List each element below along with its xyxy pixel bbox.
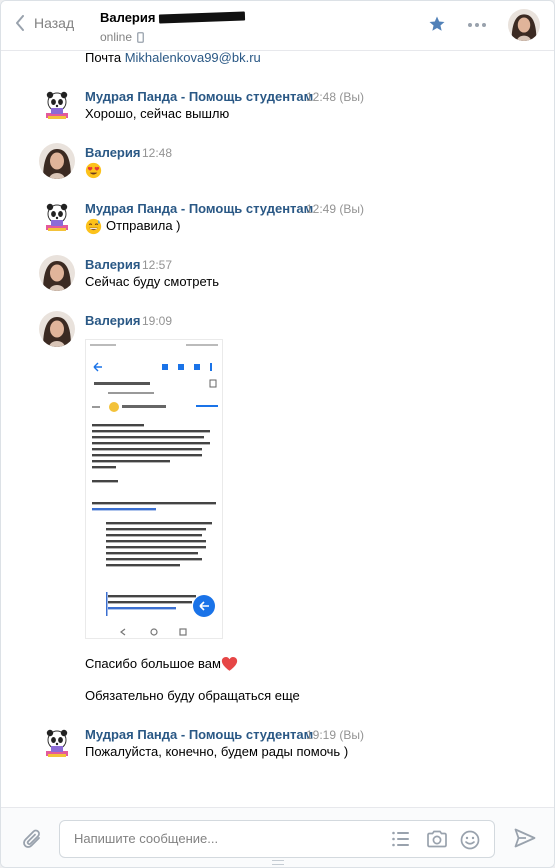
message-time: 19:09 xyxy=(142,314,173,328)
message-author[interactable]: Валерия xyxy=(85,313,140,329)
peer-avatar[interactable] xyxy=(508,9,540,41)
mobile-icon xyxy=(137,31,144,43)
message-time: 19:19 (Вы) xyxy=(306,728,364,742)
smile-icon[interactable] xyxy=(460,830,480,850)
photo-attachment[interactable] xyxy=(85,339,223,639)
heart-eyes-emoji xyxy=(85,162,102,179)
message-text: Хорошо, сейчас вышлю xyxy=(85,106,230,121)
sweat-smile-emoji xyxy=(85,218,102,235)
photo-content xyxy=(86,340,222,638)
message-time: 12:49 (Вы) xyxy=(306,202,364,216)
message-input[interactable] xyxy=(74,831,374,846)
message-author[interactable]: Мудрая Панда - Помощь студентам xyxy=(85,201,313,217)
message-author[interactable]: Мудрая Панда - Помощь студентам xyxy=(85,727,313,743)
red-heart-emoji xyxy=(221,656,238,672)
message-text: Сейчас буду смотреть xyxy=(85,274,220,289)
resize-grip[interactable] xyxy=(272,860,284,865)
star-icon[interactable] xyxy=(428,15,446,33)
message-author[interactable]: Валерия xyxy=(85,145,140,161)
email-link[interactable]: Mikhalenkova99@bk.ru xyxy=(125,50,261,65)
valeria-avatar[interactable] xyxy=(39,311,75,347)
send-icon[interactable] xyxy=(514,828,536,848)
message-author[interactable]: Валерия xyxy=(85,257,140,273)
message-time: 12:48 (Вы) xyxy=(306,90,364,104)
paperclip-icon[interactable] xyxy=(22,828,44,852)
camera-icon[interactable] xyxy=(426,830,448,848)
valeria-avatar[interactable] xyxy=(39,255,75,291)
more-icon[interactable] xyxy=(467,15,487,35)
message-time: 12:57 xyxy=(142,258,173,272)
message-text: Отправила ) xyxy=(106,218,181,233)
message-time: 12:48 xyxy=(142,146,173,160)
message-author[interactable]: Мудрая Панда - Помощь студентам xyxy=(85,89,313,105)
peer-info[interactable]: Валерия online xyxy=(100,10,246,44)
redacted-surname xyxy=(159,11,246,24)
message-composer xyxy=(1,807,554,867)
panda-avatar[interactable] xyxy=(39,725,75,761)
back-label: Назад xyxy=(34,15,75,31)
panda-avatar[interactable] xyxy=(39,199,75,235)
message-text: Почта Mikhalenkova99@bk.ru xyxy=(85,50,261,65)
valeria-avatar[interactable] xyxy=(39,143,75,179)
message-input-box[interactable] xyxy=(59,820,495,858)
peer-status: online xyxy=(100,30,133,44)
template-list-icon[interactable] xyxy=(391,830,411,848)
chat-window: Назад Валерия online Почта Mikhalenkova9… xyxy=(0,0,555,868)
back-button[interactable]: Назад xyxy=(15,15,74,31)
peer-name: Валерия xyxy=(100,10,156,25)
message-text: Пожалуйста, конечно, будем рады помочь ) xyxy=(85,744,349,759)
message-text: Обязательно буду обращаться еще xyxy=(85,688,300,703)
panda-avatar[interactable] xyxy=(39,87,75,123)
message-text: Спасибо большое вам xyxy=(85,656,221,671)
chevron-left-icon xyxy=(16,15,24,31)
chat-header: Назад Валерия online xyxy=(1,1,554,51)
